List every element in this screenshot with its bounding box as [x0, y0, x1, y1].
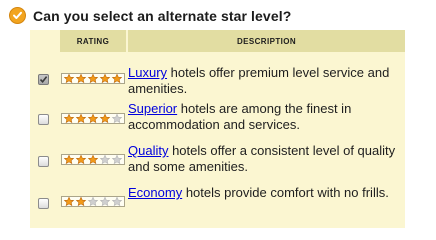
- description-quality: Quality hotels offer a consistent level …: [128, 143, 400, 175]
- link-economy[interactable]: Economy: [128, 185, 182, 200]
- star-level-table: RATING DESCRIPTION Luxury hotels offer p…: [30, 30, 405, 228]
- checkmark-icon: [39, 76, 48, 84]
- link-superior[interactable]: Superior: [128, 101, 177, 116]
- star-rating-quality: [61, 154, 125, 165]
- description-text-quality: hotels offer a consistent level of quali…: [128, 143, 396, 174]
- star-empty-icon: [111, 197, 123, 206]
- star-empty-icon: [111, 114, 123, 123]
- section-heading: Can you select an alternate star level?: [9, 7, 291, 24]
- star-filled-icon: [87, 114, 99, 123]
- star-filled-icon: [75, 155, 87, 164]
- description-economy: Economy hotels provide comfort with no f…: [128, 185, 400, 201]
- star-filled-icon: [99, 114, 111, 123]
- star-rating-luxury: [61, 73, 125, 84]
- star-empty-icon: [99, 155, 111, 164]
- star-empty-icon: [99, 197, 111, 206]
- star-filled-icon: [63, 155, 75, 164]
- select-checkbox-superior[interactable]: [38, 114, 49, 125]
- star-empty-icon: [87, 197, 99, 206]
- checkmark-circle-icon: [9, 7, 26, 24]
- star-filled-icon: [87, 74, 99, 83]
- select-checkbox-luxury[interactable]: [38, 74, 49, 85]
- link-luxury[interactable]: Luxury: [128, 65, 167, 80]
- star-filled-icon: [75, 197, 87, 206]
- star-filled-icon: [63, 114, 75, 123]
- star-level-row-quality: Quality hotels offer a consistent level …: [30, 143, 405, 189]
- star-rating-economy: [61, 196, 125, 207]
- star-filled-icon: [111, 74, 123, 83]
- star-filled-icon: [75, 114, 87, 123]
- link-quality[interactable]: Quality: [128, 143, 168, 158]
- star-rating-superior: [61, 113, 125, 124]
- description-superior: Superior hotels are among the finest in …: [128, 101, 400, 133]
- star-level-row-superior: Superior hotels are among the finest in …: [30, 101, 405, 147]
- description-luxury: Luxury hotels offer premium level servic…: [128, 65, 400, 97]
- star-filled-icon: [75, 74, 87, 83]
- star-filled-icon: [63, 74, 75, 83]
- star-filled-icon: [99, 74, 111, 83]
- column-header-description: DESCRIPTION: [128, 30, 405, 52]
- star-empty-icon: [111, 155, 123, 164]
- star-filled-icon: [63, 197, 75, 206]
- select-checkbox-economy[interactable]: [38, 198, 49, 209]
- column-header-rating: RATING: [60, 30, 126, 52]
- star-level-row-economy: Economy hotels provide comfort with no f…: [30, 185, 405, 231]
- heading-title: Can you select an alternate star level?: [33, 7, 292, 24]
- star-level-row-luxury: Luxury hotels offer premium level servic…: [30, 63, 405, 105]
- select-checkbox-quality[interactable]: [38, 156, 49, 167]
- description-text-luxury: hotels offer premium level service and a…: [128, 65, 390, 96]
- description-text-economy: hotels provide comfort with no frills.: [182, 185, 389, 200]
- star-filled-icon: [87, 155, 99, 164]
